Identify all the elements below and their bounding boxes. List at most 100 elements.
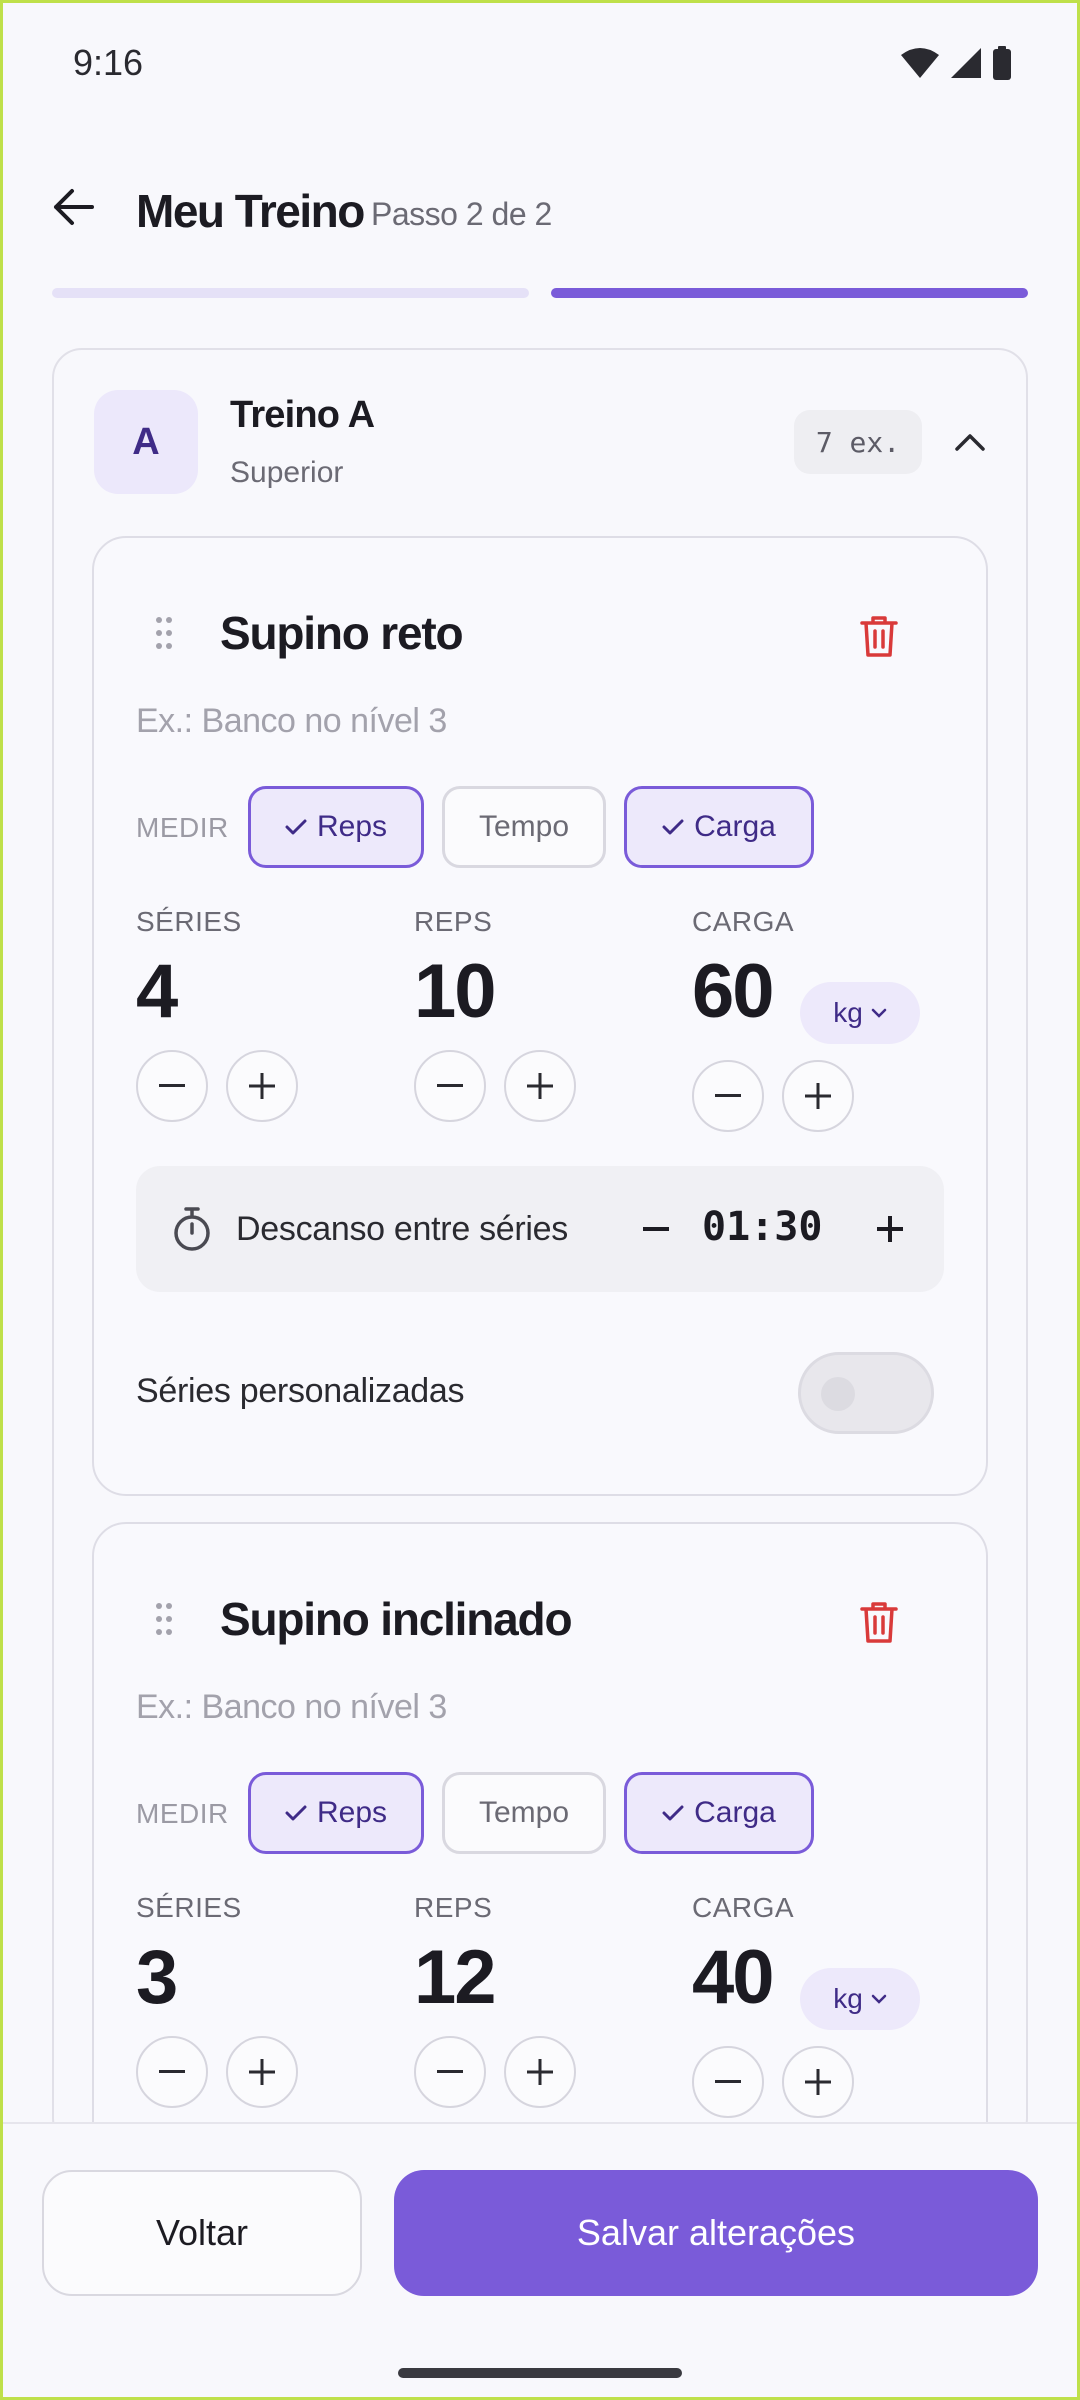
reps-increment-button[interactable] xyxy=(504,2036,576,2108)
voltar-button[interactable]: Voltar xyxy=(42,2170,362,2296)
carga-increment-button[interactable] xyxy=(782,1060,854,1132)
reps-increment-button[interactable] xyxy=(504,1050,576,1122)
rest-decrement-button[interactable] xyxy=(626,1196,686,1262)
carga-value: 40 xyxy=(692,1935,775,2020)
custom-series-toggle[interactable] xyxy=(798,1352,934,1434)
exercise-count-badge: 7 ex. xyxy=(794,410,922,474)
minus-icon xyxy=(437,1084,463,1087)
rest-timer: Descanso entre séries 01:30 xyxy=(136,1166,944,1292)
chip-tempo[interactable]: Tempo xyxy=(442,1772,606,1854)
progress-step-1 xyxy=(52,288,529,298)
chip-carga[interactable]: Carga xyxy=(624,1772,814,1854)
arrow-left-icon xyxy=(54,189,94,225)
status-icons xyxy=(900,46,1012,80)
signal-icon xyxy=(951,48,981,78)
plus-icon xyxy=(249,1073,275,1099)
unit-select[interactable]: kg xyxy=(800,982,920,1044)
carga-value: 60 xyxy=(692,949,775,1034)
back-button[interactable] xyxy=(50,184,96,230)
home-indicator[interactable] xyxy=(398,2368,682,2378)
step-indicator: Passo 2 de 2 xyxy=(371,196,552,232)
series-label: SÉRIES xyxy=(136,906,242,937)
wifi-icon xyxy=(901,48,939,78)
series-increment-button[interactable] xyxy=(226,1050,298,1122)
carga-label: CARGA xyxy=(692,906,795,937)
workout-name: Treino A xyxy=(230,394,375,436)
unit-select[interactable]: kg xyxy=(800,1968,920,2030)
stopwatch-icon xyxy=(174,1207,210,1251)
trash-icon xyxy=(860,616,898,657)
chevron-up-icon xyxy=(955,434,985,451)
status-bar: 9:16 xyxy=(0,0,1080,130)
check-icon xyxy=(285,1805,307,1821)
reps-value: 12 xyxy=(414,1935,497,2020)
chip-label: Carga xyxy=(694,810,776,843)
chip-tempo[interactable]: Tempo xyxy=(442,786,606,868)
drag-handle-icon[interactable] xyxy=(154,1602,174,1636)
plus-icon xyxy=(877,1216,903,1242)
chip-reps[interactable]: Reps xyxy=(248,786,424,868)
chip-label: Carga xyxy=(694,1796,776,1829)
reps-value: 10 xyxy=(414,949,497,1034)
unit-value: kg xyxy=(833,1983,863,2014)
minus-icon xyxy=(715,2080,741,2083)
workout-subtitle: Superior xyxy=(230,456,344,489)
delete-exercise-button[interactable] xyxy=(854,608,904,664)
rest-time-value: 01:30 xyxy=(702,1204,823,1250)
series-label: SÉRIES xyxy=(136,1892,242,1923)
reps-label: REPS xyxy=(414,1892,493,1923)
custom-series-label: Séries personalizadas xyxy=(136,1372,465,1410)
step-progress xyxy=(52,288,1028,298)
unit-value: kg xyxy=(833,997,863,1028)
check-icon xyxy=(662,1805,684,1821)
minus-icon xyxy=(437,2070,463,2073)
reps-label: REPS xyxy=(414,906,493,937)
chip-reps[interactable]: Reps xyxy=(248,1772,424,1854)
series-decrement-button[interactable] xyxy=(136,1050,208,1122)
reps-decrement-button[interactable] xyxy=(414,2036,486,2108)
series-value: 3 xyxy=(136,1935,178,2020)
bottom-action-bar: Voltar Salvar alterações xyxy=(0,2122,1080,2400)
exercise-note-input[interactable]: Ex.: Banco no nível 3 xyxy=(136,1688,447,1727)
measure-label: MEDIR xyxy=(136,1798,229,1829)
drag-handle-icon[interactable] xyxy=(154,616,174,650)
exercise-card: Supino reto Ex.: Banco no nível 3 MEDIR … xyxy=(92,536,988,1496)
chip-label: Tempo xyxy=(478,1796,570,1829)
save-changes-button[interactable]: Salvar alterações xyxy=(394,2170,1038,2296)
chevron-down-icon xyxy=(871,1994,887,2004)
status-time: 9:16 xyxy=(73,42,144,83)
plus-icon xyxy=(527,1073,553,1099)
series-decrement-button[interactable] xyxy=(136,2036,208,2108)
check-icon xyxy=(285,819,307,835)
measure-label: MEDIR xyxy=(136,812,229,843)
delete-exercise-button[interactable] xyxy=(854,1594,904,1650)
collapse-button[interactable] xyxy=(944,416,996,468)
carga-label: CARGA xyxy=(692,1892,795,1923)
chip-label: Tempo xyxy=(478,810,570,843)
minus-icon xyxy=(715,1094,741,1097)
carga-decrement-button[interactable] xyxy=(692,2046,764,2118)
app-header: Meu Treino Passo 2 de 2 xyxy=(0,170,1080,250)
carga-increment-button[interactable] xyxy=(782,2046,854,2118)
rest-increment-button[interactable] xyxy=(860,1196,920,1262)
trash-icon xyxy=(860,1602,898,1643)
chip-label: Reps xyxy=(316,810,388,843)
chip-carga[interactable]: Carga xyxy=(624,786,814,868)
workout-avatar: A xyxy=(94,390,198,494)
plus-icon xyxy=(805,1083,831,1109)
page-title: Meu Treino xyxy=(136,185,365,237)
series-increment-button[interactable] xyxy=(226,2036,298,2108)
carga-decrement-button[interactable] xyxy=(692,1060,764,1132)
minus-icon xyxy=(159,1084,185,1087)
exercise-note-input[interactable]: Ex.: Banco no nível 3 xyxy=(136,702,447,741)
reps-decrement-button[interactable] xyxy=(414,1050,486,1122)
workout-card: A Treino A Superior 7 ex. Supino reto Ex… xyxy=(52,348,1028,2400)
rest-label: Descanso entre séries xyxy=(236,1210,568,1248)
plus-icon xyxy=(805,2069,831,2095)
exercise-name: Supino reto xyxy=(220,607,464,659)
series-value: 4 xyxy=(136,949,178,1034)
chip-label: Reps xyxy=(316,1796,388,1829)
toggle-knob xyxy=(821,1377,855,1411)
plus-icon xyxy=(527,2059,553,2085)
check-icon xyxy=(662,819,684,835)
